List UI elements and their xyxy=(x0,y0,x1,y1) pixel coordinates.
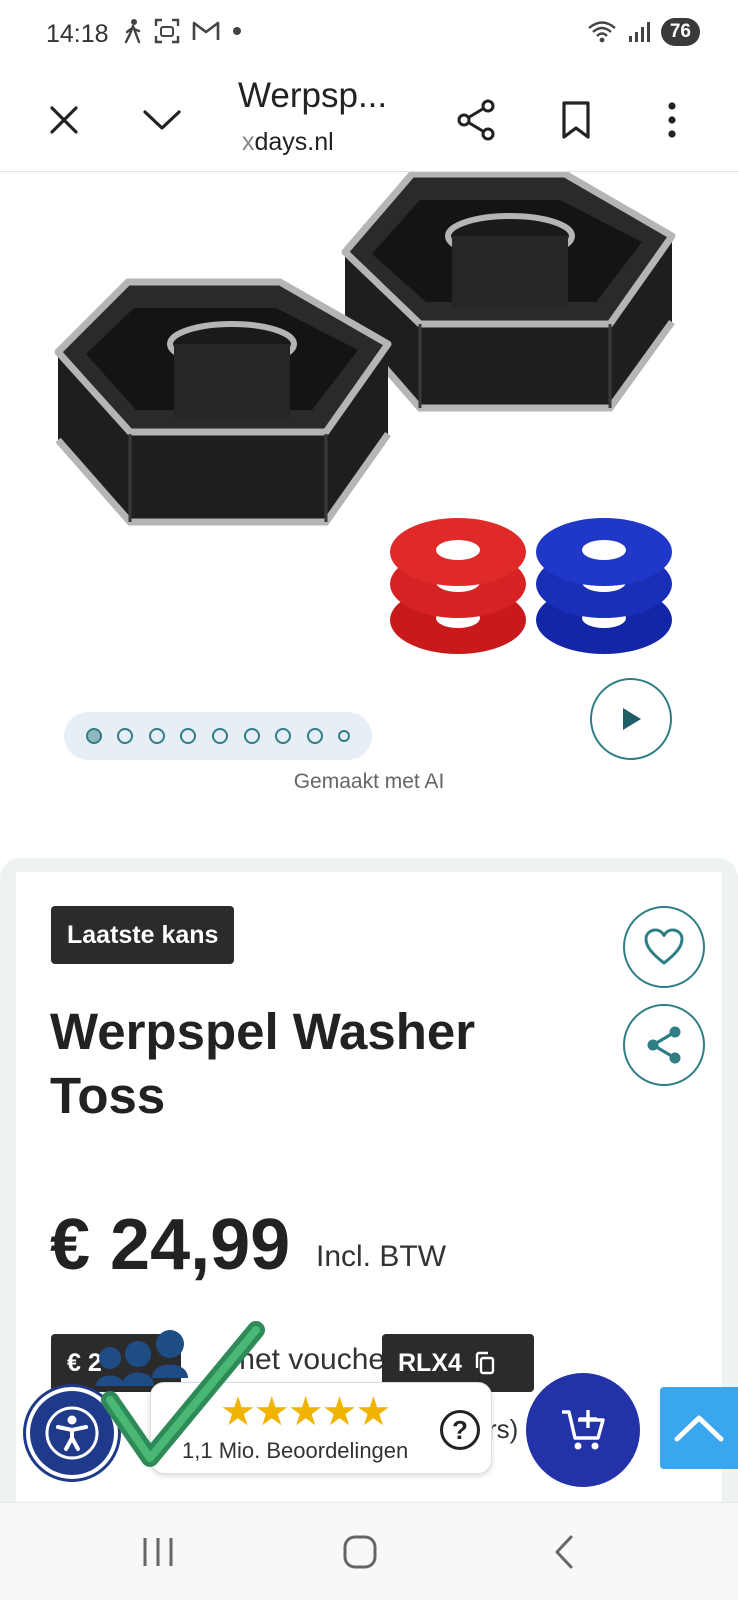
bookmark-button[interactable] xyxy=(546,90,606,150)
hexagon-bin-front xyxy=(54,278,392,526)
chevron-up-icon xyxy=(674,1415,724,1442)
screenshot-icon xyxy=(154,18,180,44)
recent-apps-icon xyxy=(143,1538,173,1566)
product-title: Werpspel Washer Toss xyxy=(50,1003,476,1124)
add-to-cart-button[interactable] xyxy=(526,1373,640,1487)
share-icon xyxy=(647,1026,681,1064)
carousel-dot[interactable] xyxy=(306,728,323,744)
wishlist-button[interactable] xyxy=(623,906,705,988)
product-image[interactable] xyxy=(0,172,738,692)
product-price: € 24,99 xyxy=(50,1205,291,1285)
carousel-dot[interactable] xyxy=(180,728,197,744)
battery-indicator: 76 xyxy=(660,18,700,46)
expand-button[interactable] xyxy=(132,90,192,150)
chevron-down-icon xyxy=(143,110,181,130)
carousel-dot[interactable] xyxy=(85,728,102,744)
red-washers xyxy=(390,518,526,654)
walking-icon xyxy=(124,19,141,44)
carousel-indicator[interactable] xyxy=(64,712,372,760)
washer-toss-illustration xyxy=(54,172,676,654)
status-time: 14:18 xyxy=(46,20,109,48)
cart-add-icon xyxy=(562,1410,605,1450)
rating-stars: ★★★★★ xyxy=(220,1390,391,1434)
status-badge: Laatste kans xyxy=(51,906,235,964)
browser-toolbar: Werpsp... xdays.nl xyxy=(0,68,738,172)
heart-icon xyxy=(644,928,684,965)
back-icon xyxy=(555,1535,573,1569)
price-vat-note: Incl. BTW xyxy=(316,1240,447,1273)
blue-washers xyxy=(536,518,672,654)
status-bar: 14:18 76 xyxy=(0,0,738,68)
ai-generated-note: Gemaakt met AI xyxy=(293,770,445,793)
share-button[interactable] xyxy=(446,90,506,150)
page-title[interactable]: Werpsp... xyxy=(238,76,387,116)
page-url[interactable]: xdays.nl xyxy=(242,128,334,157)
back-button[interactable] xyxy=(534,1527,594,1577)
carousel-dot[interactable] xyxy=(148,728,165,744)
partial-text: rs) xyxy=(488,1414,519,1444)
more-options-button[interactable] xyxy=(642,90,702,150)
gmail-icon xyxy=(192,21,220,40)
recent-apps-button[interactable] xyxy=(128,1527,188,1577)
scroll-to-top-button[interactable] xyxy=(660,1387,738,1469)
bookmark-icon xyxy=(562,101,590,139)
share-icon xyxy=(457,99,495,141)
close-button[interactable] xyxy=(34,90,94,150)
wifi-icon xyxy=(588,21,616,43)
carousel-dot[interactable] xyxy=(117,728,134,744)
home-button[interactable] xyxy=(330,1527,390,1577)
review-count: 1,1 Mio. Beoordelingen xyxy=(182,1438,409,1463)
play-slideshow-button[interactable] xyxy=(590,678,672,760)
play-icon xyxy=(623,708,641,730)
carousel-dot[interactable] xyxy=(275,728,292,744)
hexagon-bin-back xyxy=(341,172,676,412)
help-icon[interactable]: ? xyxy=(440,1410,480,1450)
carousel-dot[interactable] xyxy=(338,730,351,742)
system-nav-bar xyxy=(0,1502,738,1600)
carousel-dot[interactable] xyxy=(243,728,260,744)
close-icon xyxy=(50,106,78,134)
product-share-button[interactable] xyxy=(623,1004,705,1086)
signal-icon xyxy=(628,22,650,42)
dot-icon xyxy=(233,27,241,35)
home-icon xyxy=(343,1535,377,1569)
more-vert-icon xyxy=(668,102,676,138)
carousel-dot[interactable] xyxy=(211,728,228,744)
copy-icon xyxy=(475,1351,495,1375)
